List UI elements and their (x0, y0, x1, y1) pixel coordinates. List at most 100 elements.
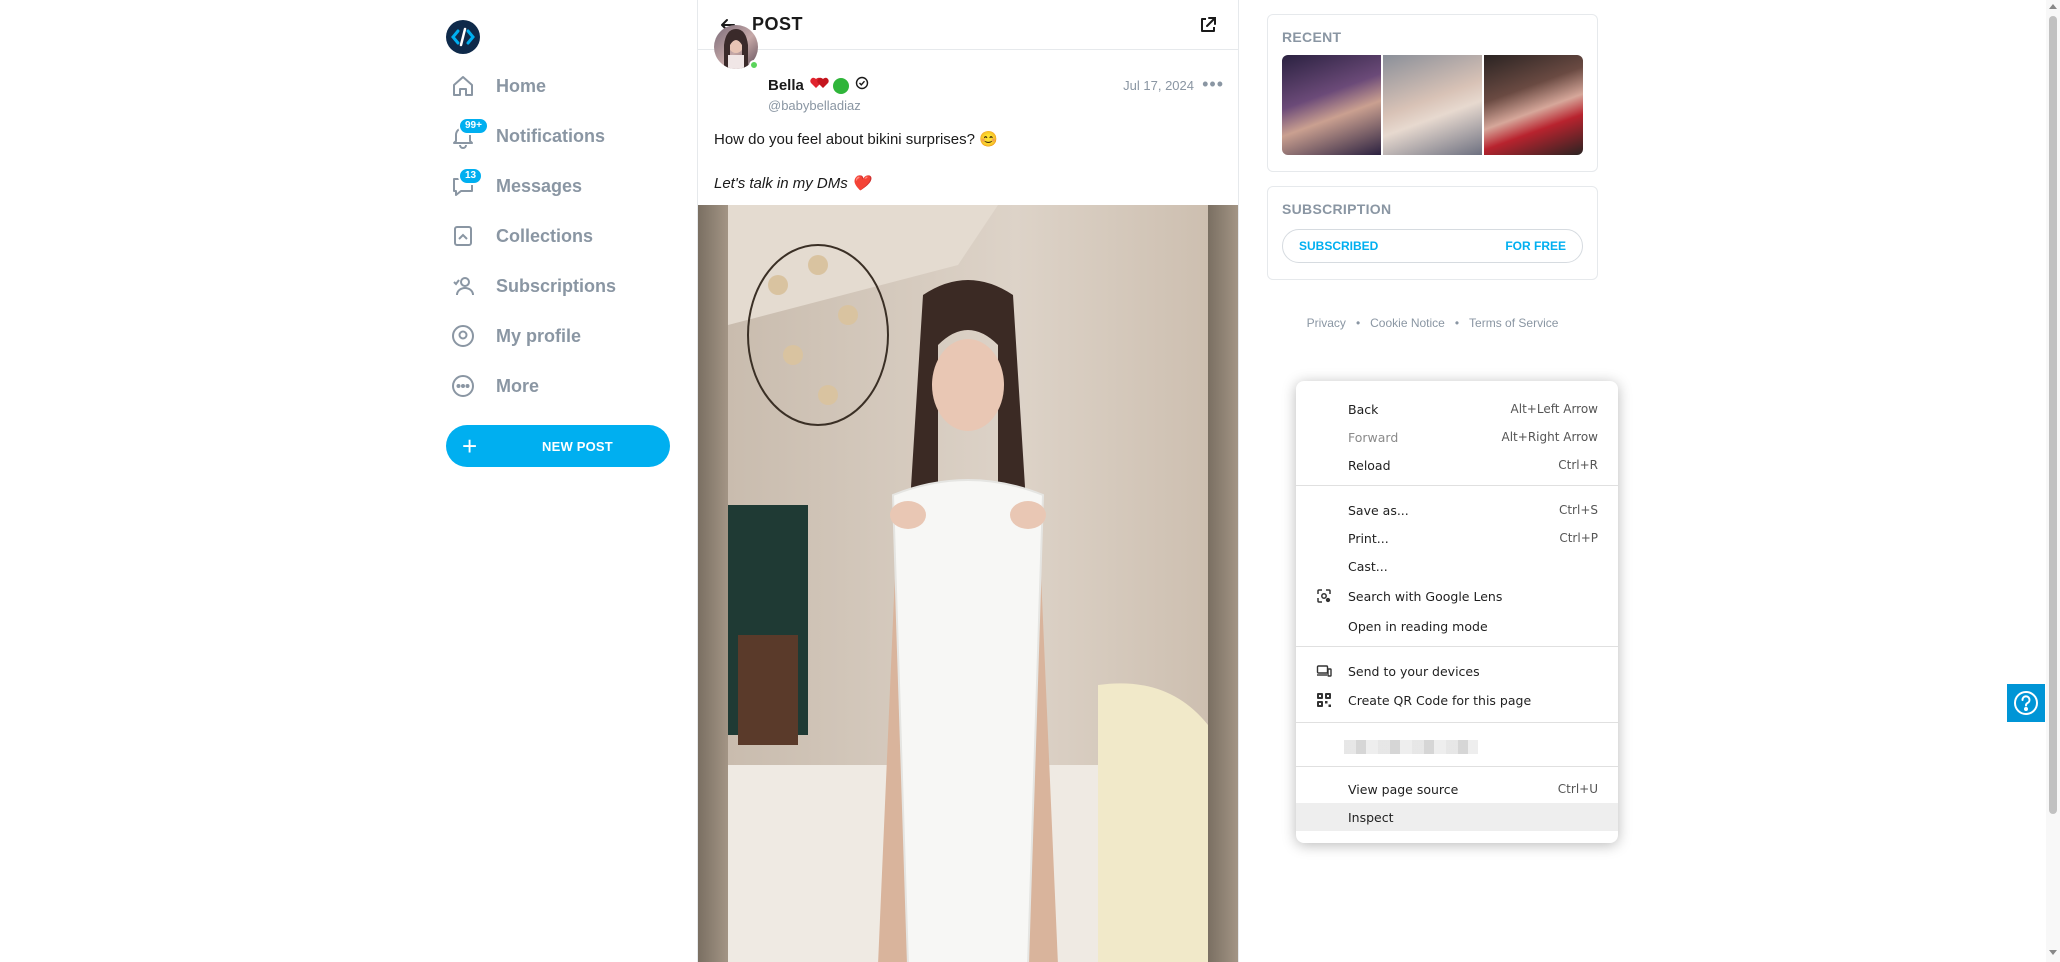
menu-cast-label: Cast... (1348, 558, 1388, 574)
chat-icon: 13 (450, 167, 484, 199)
nav-collections-label: Collections (496, 225, 594, 246)
menu-cast[interactable]: Cast... (1296, 552, 1618, 580)
nav-home[interactable]: Home (450, 66, 546, 106)
home-icon (450, 73, 476, 99)
nav-my-profile-label: My profile (496, 325, 582, 346)
privacy-link[interactable]: Privacy (1307, 316, 1346, 330)
post-media-video[interactable] (698, 205, 1238, 962)
author-handle[interactable]: @babybelladiaz (768, 98, 861, 113)
menu-separator (1296, 722, 1618, 723)
google-lens-icon (1316, 588, 1332, 604)
share-icon[interactable] (1194, 11, 1222, 39)
menu-qr-code[interactable]: Create QR Code for this page (1296, 686, 1618, 714)
menu-save-as[interactable]: Save as... Ctrl+S (1296, 496, 1618, 524)
menu-forward[interactable]: Forward Alt+Right Arrow (1296, 423, 1618, 451)
price-label: FOR FREE (1505, 239, 1566, 253)
nav-my-profile[interactable]: My profile (450, 316, 581, 356)
recent-title: RECENT (1282, 29, 1342, 45)
page-title: POST (752, 14, 804, 34)
notifications-badge: 99+ (458, 117, 489, 135)
nav-more[interactable]: More (450, 366, 539, 406)
menu-google-lens[interactable]: Search with Google Lens (1296, 582, 1618, 610)
menu-save-as-label: Save as... (1348, 502, 1409, 518)
green-circle-icon (832, 77, 849, 94)
devices-icon (1316, 663, 1332, 679)
menu-inspect[interactable]: Inspect (1296, 803, 1618, 831)
menu-reload[interactable]: Reload Ctrl+R (1296, 451, 1618, 479)
hearts-icon (810, 76, 830, 95)
nav-notifications[interactable]: 99+ Notifications (450, 116, 605, 156)
qr-code-icon (1316, 692, 1332, 708)
verified-icon (855, 76, 869, 95)
profile-icon (450, 323, 476, 349)
nav-subscriptions[interactable]: Subscriptions (450, 266, 616, 306)
post-date: Jul 17, 2024 (1123, 78, 1194, 93)
menu-reading-mode[interactable]: Open in reading mode (1296, 612, 1618, 640)
menu-reload-label: Reload (1348, 457, 1391, 473)
subscription-card: SUBSCRIPTION SUBSCRIBED FOR FREE (1267, 186, 1598, 280)
menu-forward-shortcut: Alt+Right Arrow (1501, 430, 1598, 444)
recent-thumbnail[interactable] (1484, 55, 1583, 155)
new-post-button[interactable]: + NEW POST (446, 425, 670, 467)
nav-notifications-label: Notifications (496, 125, 606, 146)
terms-link[interactable]: Terms of Service (1469, 316, 1558, 330)
menu-reading-mode-label: Open in reading mode (1348, 618, 1488, 634)
messages-badge: 13 (458, 167, 484, 185)
menu-separator (1296, 766, 1618, 767)
menu-back[interactable]: Back Alt+Left Arrow (1296, 395, 1618, 423)
footer-links: Privacy • Cookie Notice • Terms of Servi… (1267, 316, 1598, 330)
menu-inspect-label: Inspect (1348, 809, 1394, 825)
menu-separator (1296, 646, 1618, 647)
post-header: POST (698, 0, 1238, 50)
nav-messages[interactable]: 13 Messages (450, 166, 582, 206)
subscribed-label: SUBSCRIBED (1299, 239, 1379, 253)
recent-card: RECENT (1267, 14, 1598, 172)
subscribed-button[interactable]: SUBSCRIBED FOR FREE (1282, 229, 1583, 263)
nav-more-label: More (496, 375, 540, 396)
menu-blurred-extension[interactable] (1296, 732, 1618, 760)
subscriptions-icon (450, 273, 476, 299)
nav-messages-label: Messages (496, 175, 583, 196)
post-author[interactable]: Bella (768, 76, 869, 95)
menu-print-shortcut: Ctrl+P (1559, 531, 1598, 545)
menu-qr-code-label: Create QR Code for this page (1348, 692, 1532, 708)
menu-back-label: Back (1348, 401, 1379, 417)
new-post-label: NEW POST (542, 438, 613, 454)
scroll-down-arrow[interactable] (2049, 950, 2057, 955)
menu-reload-shortcut: Ctrl+R (1558, 458, 1598, 472)
menu-view-source-shortcut: Ctrl+U (1557, 782, 1598, 796)
page-scrollbar[interactable] (2046, 0, 2060, 962)
post-column: POST Bella @babybelladiaz Jul 17, 2024 •… (697, 0, 1239, 962)
blurred-extension-placeholder (1344, 740, 1478, 754)
subscription-title: SUBSCRIPTION (1282, 201, 1392, 217)
menu-send-to-devices[interactable]: Send to your devices (1296, 657, 1618, 685)
menu-print-label: Print... (1348, 530, 1389, 546)
more-icon (450, 373, 476, 399)
menu-view-source-label: View page source (1348, 781, 1459, 797)
nav-subscriptions-label: Subscriptions (496, 275, 617, 296)
menu-separator (1296, 485, 1618, 486)
scrollbar-thumb[interactable] (2049, 16, 2057, 814)
nav-collections[interactable]: Collections (450, 216, 593, 256)
post-text-secondary: Let's talk in my DMs ❤️ (714, 175, 871, 192)
site-logo[interactable] (446, 20, 480, 54)
menu-view-source[interactable]: View page source Ctrl+U (1296, 775, 1618, 803)
bell-icon: 99+ (450, 117, 489, 149)
footer-separator: • (1355, 316, 1361, 330)
post-text: How do you feel about bikini surprises? … (714, 131, 998, 148)
footer-separator: • (1454, 316, 1460, 330)
cookie-notice-link[interactable]: Cookie Notice (1370, 316, 1445, 330)
menu-print[interactable]: Print... Ctrl+P (1296, 524, 1618, 552)
menu-google-lens-label: Search with Google Lens (1348, 588, 1503, 604)
scroll-up-arrow[interactable] (2049, 4, 2057, 9)
left-sidebar: Home 99+ Notifications 13 Messages Colle… (440, 0, 695, 962)
menu-send-to-devices-label: Send to your devices (1348, 663, 1480, 679)
recent-thumbnail[interactable] (1383, 55, 1482, 155)
help-icon (2014, 691, 2038, 715)
recent-thumbnail[interactable] (1282, 55, 1381, 155)
menu-back-shortcut: Alt+Left Arrow (1510, 402, 1598, 416)
more-options-icon[interactable]: ••• (1202, 74, 1224, 95)
menu-forward-label: Forward (1348, 429, 1399, 445)
help-button[interactable] (2007, 684, 2045, 722)
recent-thumbnails (1282, 55, 1583, 155)
